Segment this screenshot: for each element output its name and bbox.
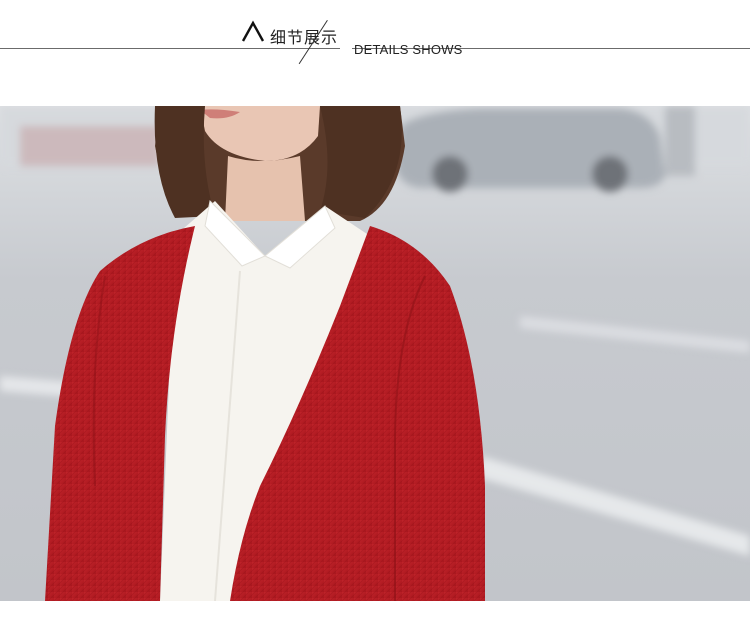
product-detail-photo [0,106,750,601]
photo-illustration [0,106,750,601]
header-divider-left [0,48,340,49]
detail-section-header: 细节展示 DETAILS SHOWS [0,0,750,106]
section-title-cn: 细节展示 [270,28,339,47]
caret-up-icon [241,20,265,42]
section-title-en: DETAILS SHOWS [354,42,463,57]
